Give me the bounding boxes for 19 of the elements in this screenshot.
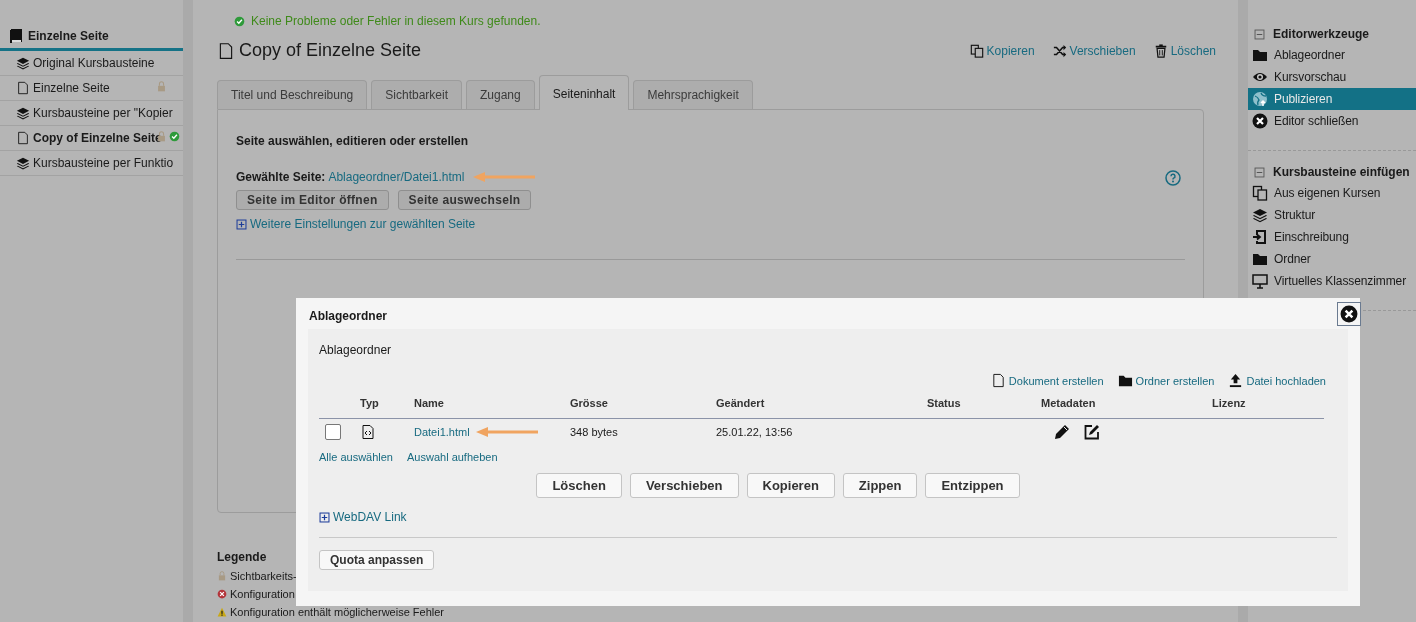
legend-text: Sichtbarkeits- bbox=[230, 570, 297, 582]
page-title: Copy of Einzelne Seite bbox=[239, 40, 422, 61]
legend-title: Legende bbox=[217, 550, 267, 564]
column-header: Geändert bbox=[715, 396, 766, 411]
column-header: Grösse bbox=[569, 396, 609, 411]
table-cell-text: 25.01.22, 13:56 bbox=[715, 425, 794, 440]
column-header: Name bbox=[413, 396, 445, 411]
legend-text: Konfiguration enthält möglicherweise Fehler bbox=[230, 606, 444, 618]
status-message: Keine Probleme oder Fehler in diesem Kurs gefunden. bbox=[217, 0, 1204, 28]
legend-text: Konfiguration bbox=[230, 588, 295, 600]
column-header: Metadaten bbox=[1040, 396, 1097, 411]
folder-name: Ablageordner bbox=[319, 343, 393, 357]
column-header: Typ bbox=[359, 396, 380, 411]
field-label: Gewählte Seite: bbox=[236, 170, 326, 184]
table-cell-text: 348 bytes bbox=[569, 425, 619, 440]
column-header: Status bbox=[926, 396, 962, 411]
section-heading: Seite auswählen, editieren oder erstellen bbox=[236, 134, 470, 148]
column-header: Lizenz bbox=[1211, 396, 1247, 411]
dialog-title: Ablageordner bbox=[309, 309, 387, 323]
